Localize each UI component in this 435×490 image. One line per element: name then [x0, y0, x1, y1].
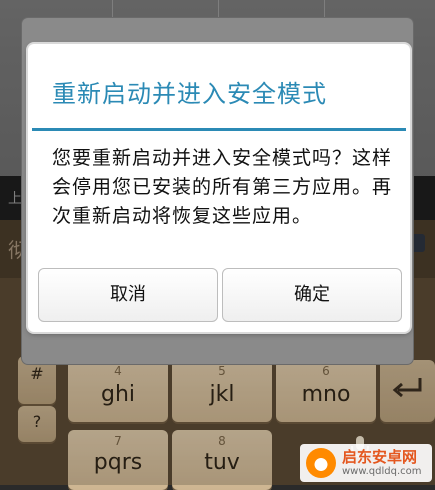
watermark-url: www.qdldq.com [342, 466, 422, 477]
watermark-logo-icon [306, 448, 336, 478]
dialog-message: 您要重新启动并进入安全模式吗？这样会停用您已安装的所有第三方应用。再次重新启动将… [52, 147, 393, 227]
watermark-name: 启东安卓网 [342, 448, 418, 466]
title-divider [32, 128, 406, 131]
ok-button[interactable]: 确定 [222, 268, 402, 322]
safe-mode-dialog: 重新启动并进入安全模式 您要重新启动并进入安全模式吗？这样会停用您已安装的所有第… [28, 44, 410, 332]
watermark: 启东安卓网 www.qdldq.com [300, 444, 432, 482]
dialog-title: 重新启动并进入安全模式 [52, 80, 327, 108]
cancel-button[interactable]: 取消 [38, 268, 218, 322]
